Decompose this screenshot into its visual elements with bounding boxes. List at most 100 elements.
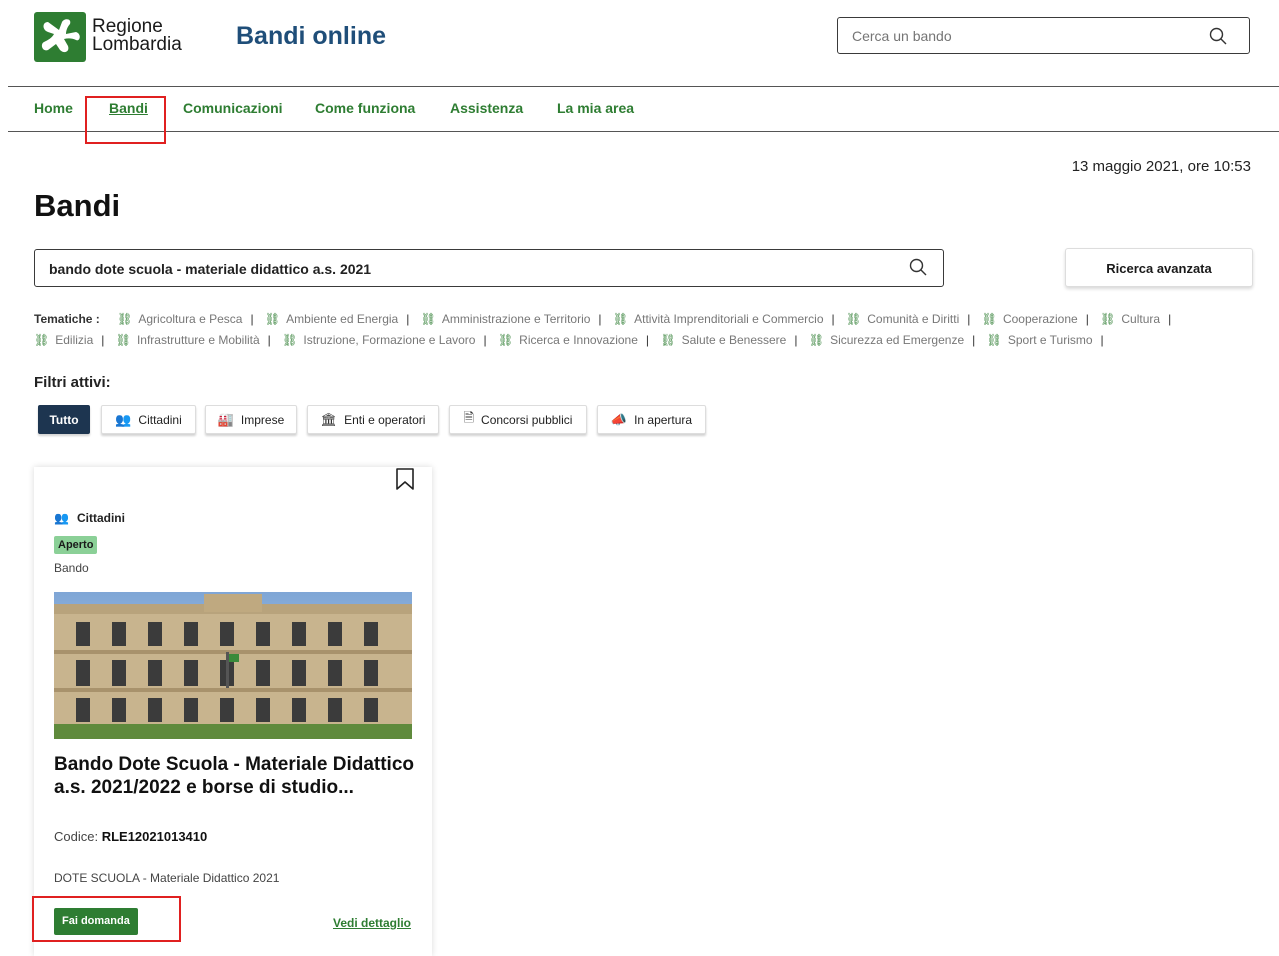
- card-title[interactable]: Bando Dote Scuola - Materiale Didattico …: [54, 753, 414, 799]
- filter-chip-in-apertura[interactable]: 📣 In apertura: [597, 405, 706, 434]
- tematica-label: Attività Imprenditoriali e Commercio: [634, 312, 824, 326]
- tematica-label: Istruzione, Formazione e Lavoro: [303, 333, 476, 347]
- card-image: [54, 592, 412, 739]
- nav-item-assistenza[interactable]: Assistenza: [450, 100, 523, 116]
- tematica-link[interactable]: ⛓ Sicurezza ed Emergenze: [809, 333, 964, 347]
- link-icon: ⛓: [117, 312, 133, 326]
- search-icon[interactable]: [909, 258, 927, 276]
- tematica-label: Infrastrutture e Mobilità: [136, 333, 260, 347]
- link-icon: ⛓: [420, 312, 436, 326]
- nav-item-la-mia-area[interactable]: La mia area: [557, 100, 634, 116]
- nav-divider-bottom: [8, 131, 1279, 132]
- link-icon: ⛓: [612, 312, 629, 326]
- link-icon: ⛓: [115, 333, 131, 347]
- link-icon: ⛓: [282, 333, 298, 347]
- separator: |: [1100, 333, 1104, 347]
- separator: |: [406, 312, 410, 326]
- filter-chip-imprese[interactable]: 🏭 Imprese: [205, 405, 297, 434]
- people-icon: 👥: [115, 411, 132, 427]
- header-search-input[interactable]: [850, 27, 1194, 45]
- logo-line-2: Lombardia: [92, 34, 182, 55]
- chip-label: Cittadini: [138, 412, 182, 427]
- separator: |: [794, 333, 798, 347]
- megaphone-icon: 📣: [610, 411, 628, 427]
- highlight-box-apply: [32, 896, 181, 942]
- chip-label: Concorsi pubblici: [481, 412, 573, 427]
- tematica-link[interactable]: ⛓ Salute e Benessere: [660, 333, 786, 347]
- separator: |: [1168, 312, 1172, 326]
- building-icon: 🏛: [320, 411, 338, 427]
- bandi-search-input[interactable]: [47, 260, 891, 278]
- filters-label: Filtri attivi:: [34, 374, 111, 391]
- link-icon: ⛓: [846, 312, 862, 326]
- search-icon[interactable]: [1209, 27, 1227, 45]
- tematica-link[interactable]: ⛓ Cultura: [1100, 312, 1160, 326]
- link-icon: ⛓: [986, 333, 1002, 347]
- chip-label: Enti e operatori: [344, 412, 426, 427]
- link-icon: ⛓: [264, 312, 281, 326]
- tematica-label: Cultura: [1121, 312, 1161, 326]
- tematica-label: Ricerca e Innovazione: [519, 333, 638, 347]
- tematica-link[interactable]: ⛓ Amministrazione e Territorio: [421, 312, 591, 326]
- tematica-link[interactable]: ⛓ Infrastrutture e Mobilità: [116, 333, 260, 347]
- tematica-label: Agricoltura e Pesca: [138, 312, 243, 326]
- link-icon: ⛓: [34, 333, 50, 347]
- codice-value: RLE12021013410: [101, 829, 208, 844]
- card-codice: Codice: RLE12021013410: [54, 829, 207, 844]
- status-badge: Aperto: [54, 536, 98, 554]
- link-icon: ⛓: [808, 333, 825, 347]
- page-title: Bandi: [34, 188, 121, 223]
- nav-divider-top: [8, 86, 1279, 87]
- tematica-label: Amministrazione e Territorio: [441, 312, 591, 326]
- link-icon: ⛓: [1100, 312, 1116, 326]
- separator: |: [598, 312, 602, 326]
- people-icon: 👥: [54, 511, 69, 525]
- bandi-search-box[interactable]: [34, 249, 944, 287]
- tematica-link[interactable]: ⛓ Attività Imprenditoriali e Commercio: [613, 312, 824, 326]
- tematica-link[interactable]: ⛓ Ricerca e Innovazione: [498, 333, 638, 347]
- highlight-box-bandi: [85, 96, 166, 144]
- card-type: Bando: [54, 561, 89, 575]
- tematica-link[interactable]: ⛓ Comunità e Diritti: [846, 312, 959, 326]
- tematica-link[interactable]: ⛓ Agricoltura e Pesca: [117, 312, 242, 326]
- separator: |: [267, 333, 271, 347]
- tematica-link[interactable]: ⛓ Sport e Turismo: [987, 333, 1093, 347]
- detail-link[interactable]: Vedi dettaglio: [333, 916, 411, 930]
- chip-label: Imprese: [240, 412, 285, 427]
- filter-chip-cittadini[interactable]: 👥 Cittadini: [101, 405, 196, 434]
- factory-icon: 🏭: [217, 411, 234, 427]
- card-category: 👥 Cittadini: [54, 511, 125, 525]
- chip-label: Tutto: [49, 412, 79, 427]
- separator: |: [483, 333, 487, 347]
- tematica-link[interactable]: ⛓ Ambiente ed Energia: [265, 312, 398, 326]
- card-description: DOTE SCUOLA - Materiale Didattico 2021: [54, 871, 280, 885]
- nav-item-come-funziona[interactable]: Come funziona: [315, 100, 415, 116]
- tematica-link[interactable]: ⛓ Edilizia: [34, 333, 93, 347]
- advanced-search-button[interactable]: Ricerca avanzata: [1065, 248, 1253, 287]
- tematica-label: Cooperazione: [1002, 312, 1078, 326]
- link-icon: ⛓: [981, 312, 997, 326]
- document-icon: 🗎: [463, 409, 475, 425]
- logo-cross-icon: [41, 19, 80, 53]
- tematica-label: Edilizia: [55, 333, 94, 347]
- nav-item-home[interactable]: Home: [34, 100, 73, 116]
- tematica-label: Sport e Turismo: [1007, 333, 1093, 347]
- nav-item-comunicazioni[interactable]: Comunicazioni: [183, 100, 283, 116]
- filter-chip-concorsi[interactable]: 🗎 Concorsi pubblici: [449, 405, 587, 434]
- app-title[interactable]: Bandi online: [236, 22, 386, 51]
- tematiche-label: Tematiche :: [34, 312, 100, 326]
- filter-chip-tutto[interactable]: Tutto: [38, 405, 90, 434]
- separator: |: [967, 312, 971, 326]
- separator: |: [250, 312, 254, 326]
- header-search-box[interactable]: [837, 17, 1250, 54]
- tematica-label: Salute e Benessere: [681, 333, 787, 347]
- bookmark-icon[interactable]: [394, 467, 416, 491]
- tematica-link[interactable]: ⛓ Istruzione, Formazione e Lavoro: [282, 333, 475, 347]
- separator: |: [645, 333, 650, 347]
- building-photo: [54, 592, 412, 739]
- filter-chip-enti[interactable]: 🏛 Enti e operatori: [307, 405, 439, 434]
- regione-lombardia-logo[interactable]: [34, 12, 86, 62]
- card-category-label: Cittadini: [76, 511, 125, 525]
- separator: |: [101, 333, 105, 347]
- tematica-link[interactable]: ⛓ Cooperazione: [982, 312, 1078, 326]
